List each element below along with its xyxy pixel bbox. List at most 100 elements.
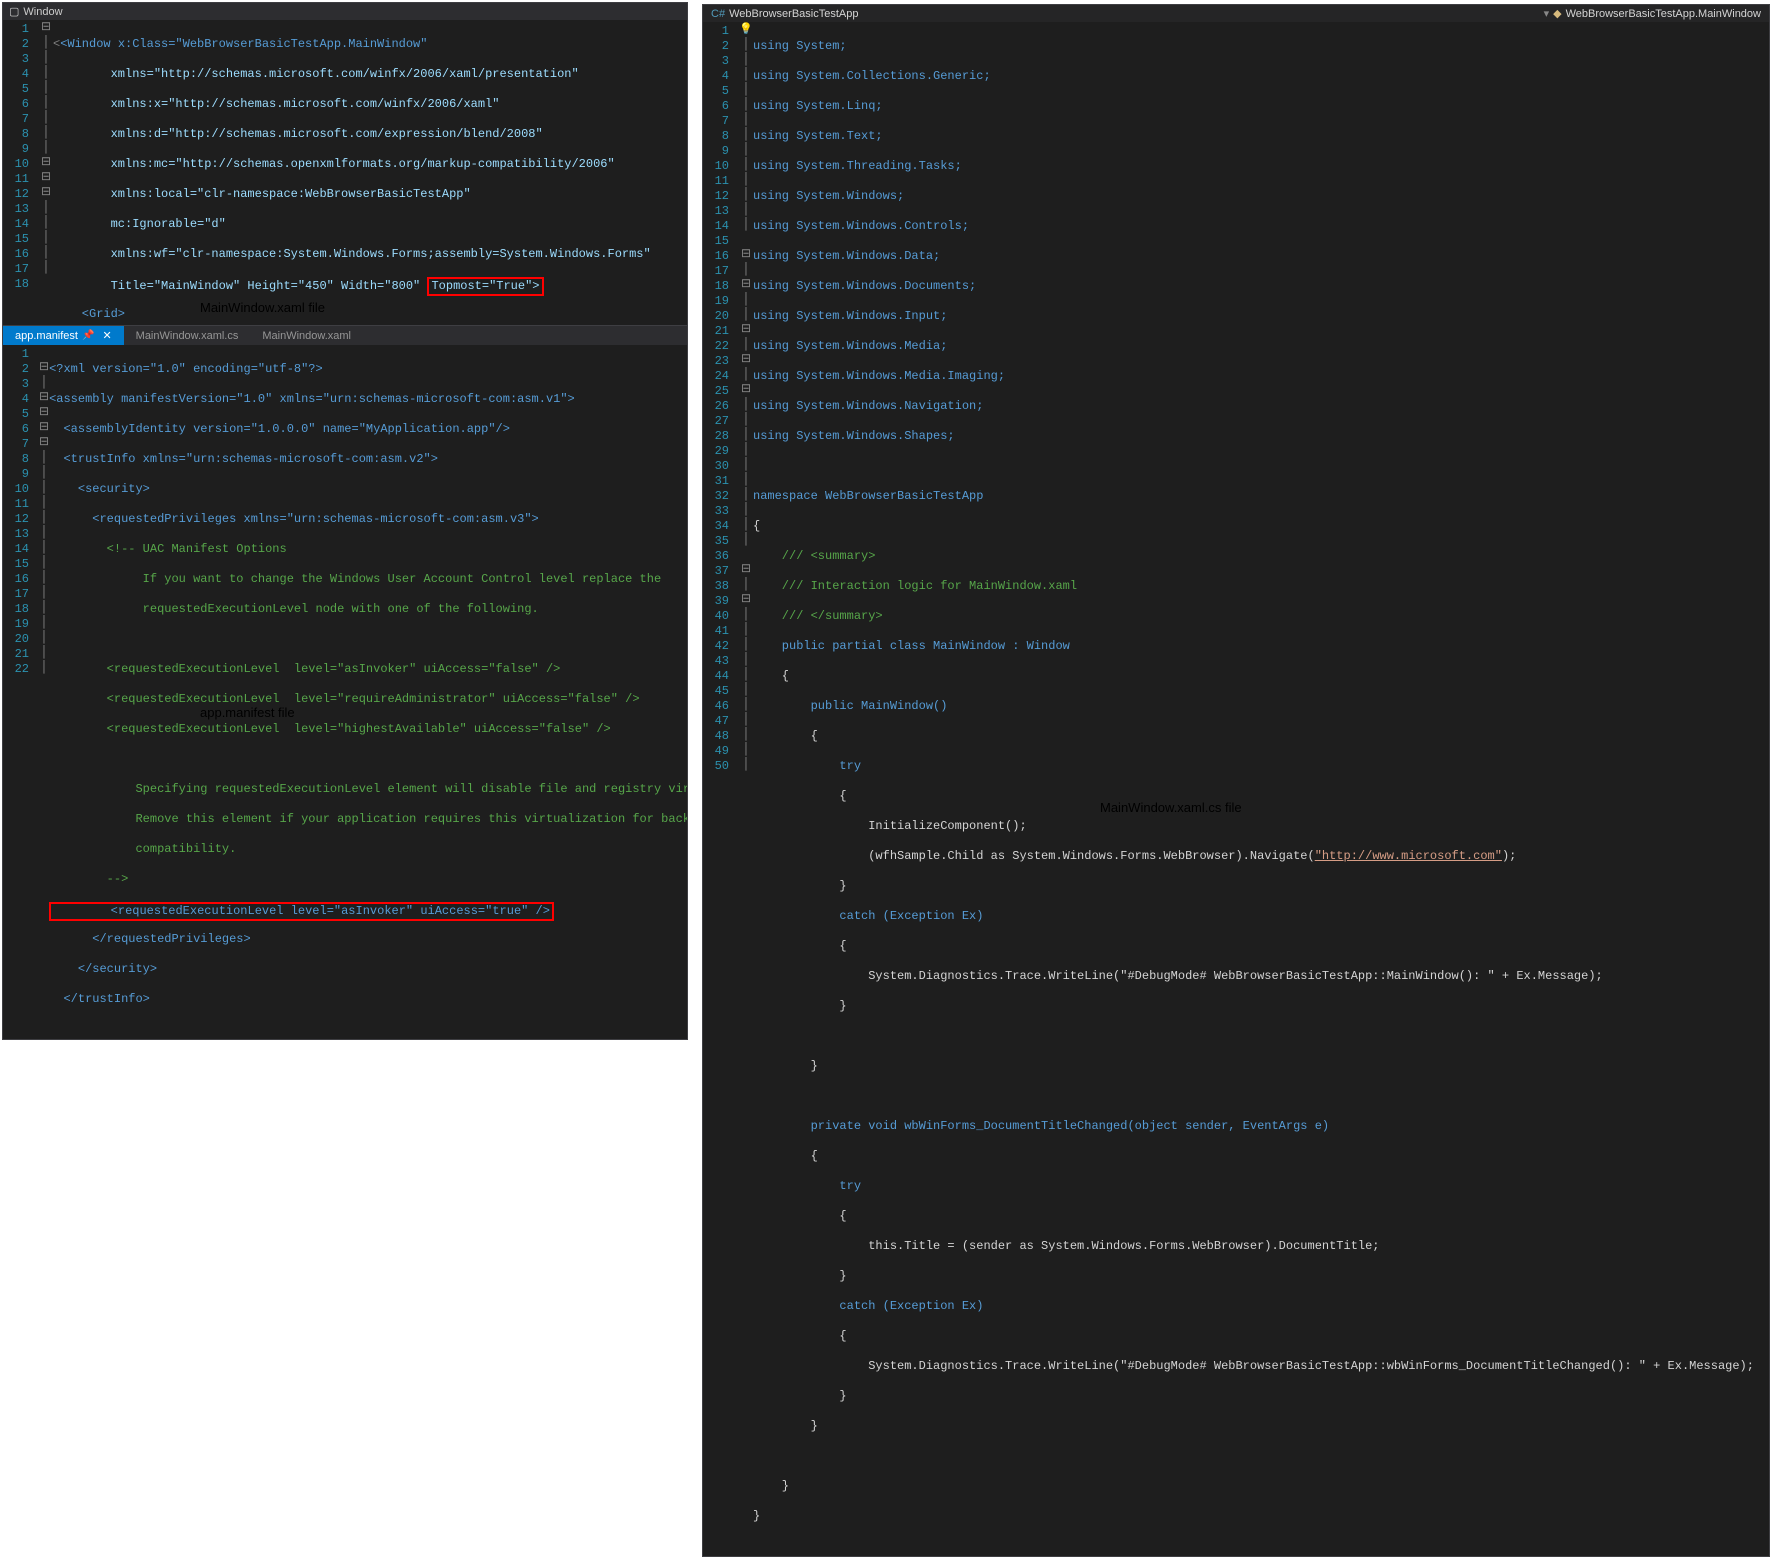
code-text: try <box>753 759 861 773</box>
code-text: using System.Windows.Navigation; <box>753 399 983 413</box>
csharp-icon: C# <box>711 8 725 20</box>
code-text: xmlns="http://schemas.microsoft.com/winf… <box>53 67 579 81</box>
code-text: using System; <box>753 39 847 53</box>
code-text: catch (Exception Ex) <box>753 1299 983 1313</box>
code-text: /// </summary> <box>753 609 883 623</box>
cs-breadcrumb: C# WebBrowserBasicTestApp ▾ ◆ WebBrowser… <box>703 5 1769 22</box>
code-text: <requestedExecutionLevel level="requireA… <box>49 692 640 706</box>
code-text: System.Diagnostics.Trace.WriteLine("#Deb… <box>753 969 1603 983</box>
code-text: ); <box>1502 849 1516 863</box>
code-text: using System.Windows.Controls; <box>753 219 969 233</box>
code-text: using System.Windows.Documents; <box>753 279 976 293</box>
code-text: using System.Text; <box>753 129 883 143</box>
cs-code[interactable]: using System; using System.Collections.G… <box>753 22 1769 1556</box>
crumb-class[interactable]: WebBrowserBasicTestApp.MainWindow <box>1566 8 1761 20</box>
code-text: <Window x:Class="WebBrowserBasicTestApp.… <box>60 37 427 51</box>
code-text: } <box>753 1059 818 1073</box>
code-text: private void wbWinForms_DocumentTitleCha… <box>753 1119 1329 1133</box>
code-text: <Grid> <box>53 307 125 321</box>
code-text: xmlns:x="http://schemas.microsoft.com/wi… <box>53 97 499 111</box>
tab-mainwindow-xaml[interactable]: MainWindow.xaml <box>250 326 363 345</box>
code-text: using System.Windows.Media; <box>753 339 947 353</box>
code-text: { <box>753 669 789 683</box>
code-text: using System.Windows.Media.Imaging; <box>753 369 1005 383</box>
caption-cs: MainWindow.xaml.cs file <box>1100 800 1242 815</box>
manifest-code[interactable]: <?xml version="1.0" encoding="utf-8"?> <… <box>49 345 687 1039</box>
code-text: using System.Windows.Data; <box>753 249 940 263</box>
manifest-tabs: app.manifest 📌 ✕ MainWindow.xaml.cs Main… <box>3 326 687 345</box>
code-text: compatibility. <box>49 842 236 856</box>
code-text: xmlns:mc="http://schemas.openxmlformats.… <box>53 157 615 171</box>
xaml-titlebar: ▢ Window <box>3 3 687 20</box>
code-text: xmlns:d="http://schemas.microsoft.com/ex… <box>53 127 543 141</box>
panel-manifest: app.manifest 📌 ✕ MainWindow.xaml.cs Main… <box>2 325 688 1040</box>
cs-editor[interactable]: 1234567891011121314151617181920212223242… <box>703 22 1769 1556</box>
pin-icon[interactable]: 📌 <box>82 330 94 341</box>
cs-gutter: 1234567891011121314151617181920212223242… <box>703 22 739 1556</box>
code-text: } <box>753 1419 818 1433</box>
code-text: /// Interaction logic for MainWindow.xam… <box>753 579 1077 593</box>
code-text: xmlns:local="clr-namespace:WebBrowserBas… <box>53 187 471 201</box>
class-icon: ◆ <box>1553 7 1561 20</box>
window-icon: ▢ <box>9 5 19 18</box>
tab-label: app.manifest <box>15 330 78 342</box>
code-text: <requestedExecutionLevel level="asInvoke… <box>53 904 550 918</box>
crumb-app[interactable]: WebBrowserBasicTestApp <box>729 8 858 20</box>
code-text: this.Title = (sender as System.Windows.F… <box>753 1239 1380 1253</box>
code-text: </requestedPrivileges> <box>49 932 251 946</box>
code-text: <requestedPrivileges xmlns="urn:schemas-… <box>49 512 539 526</box>
code-text: Topmost="True"> <box>431 279 539 293</box>
code-text: <requestedExecutionLevel level="asInvoke… <box>49 662 560 676</box>
code-text: { <box>753 519 760 533</box>
code-text: { <box>753 1329 847 1343</box>
code-text: </trustInfo> <box>49 992 150 1006</box>
close-icon[interactable]: ✕ <box>102 329 111 342</box>
xaml-title: Window <box>23 6 62 18</box>
code-text: { <box>753 939 847 953</box>
code-text: requestedExecutionLevel node with one of… <box>49 602 539 616</box>
code-text: using System.Linq; <box>753 99 883 113</box>
tab-mainwindow-cs[interactable]: MainWindow.xaml.cs <box>124 326 251 345</box>
code-text: Remove this element if your application … <box>49 812 687 826</box>
code-text: { <box>753 1149 818 1163</box>
highlight-topmost: Topmost="True"> <box>427 277 543 296</box>
code-text: xmlns:wf="clr-namespace:System.Windows.F… <box>53 247 651 261</box>
code-text: } <box>753 1479 789 1493</box>
manifest-editor[interactable]: 12345678910111213141516171819202122 ⊟│⊟⊟… <box>3 345 687 1039</box>
code-text: } <box>753 1389 847 1403</box>
code-text: <?xml version="1.0" encoding="utf-8"?> <box>49 362 323 376</box>
code-text: mc:Ignorable="d" <box>53 217 226 231</box>
code-text: } <box>753 1509 760 1523</box>
highlight-execlevel: <requestedExecutionLevel level="asInvoke… <box>49 902 554 921</box>
code-text: } <box>753 879 847 893</box>
tab-app-manifest[interactable]: app.manifest 📌 ✕ <box>3 326 124 345</box>
code-text: <requestedExecutionLevel level="highestA… <box>49 722 611 736</box>
code-text: try <box>753 1179 861 1193</box>
code-text: namespace WebBrowserBasicTestApp <box>753 489 983 503</box>
code-text: <assembly manifestVersion="1.0" xmlns="u… <box>49 392 575 406</box>
code-text: using System.Windows.Shapes; <box>753 429 955 443</box>
code-text: { <box>753 729 818 743</box>
lightbulb-icon[interactable]: 💡 <box>739 24 753 36</box>
code-text: public partial class MainWindow : Window <box>753 639 1070 653</box>
code-text: } <box>753 999 847 1013</box>
code-text: If you want to change the Windows User A… <box>49 572 668 586</box>
tab-label: MainWindow.xaml.cs <box>136 330 239 342</box>
code-text: <!-- UAC Manifest Options <box>49 542 287 556</box>
dropdown-icon[interactable]: ▾ <box>1544 7 1550 20</box>
code-text: { <box>753 1209 847 1223</box>
url-link[interactable]: "http://www.microsoft.com" <box>1315 849 1502 863</box>
caption-manifest: app.manifest file <box>200 705 295 720</box>
manifest-fold[interactable]: ⊟│⊟⊟⊟⊟│││││││││││││││ <box>39 345 49 1039</box>
code-text: } <box>753 1269 847 1283</box>
code-text: /// <summary> <box>753 549 875 563</box>
code-text: public MainWindow() <box>753 699 947 713</box>
code-text: --> <box>49 872 128 886</box>
code-text: (wfhSample.Child as System.Windows.Forms… <box>753 849 1315 863</box>
code-text: <assemblyIdentity version="1.0.0.0" name… <box>49 422 510 436</box>
code-text: <security> <box>49 482 150 496</box>
code-text: using System.Windows; <box>753 189 904 203</box>
code-text: using System.Windows.Input; <box>753 309 947 323</box>
code-text: <trustInfo xmlns="urn:schemas-microsoft-… <box>49 452 438 466</box>
cs-fold[interactable]: 💡│││││││││││││⊟│⊟││⊟│⊟│⊟││││││││││⊟│⊟│││… <box>739 22 753 1556</box>
